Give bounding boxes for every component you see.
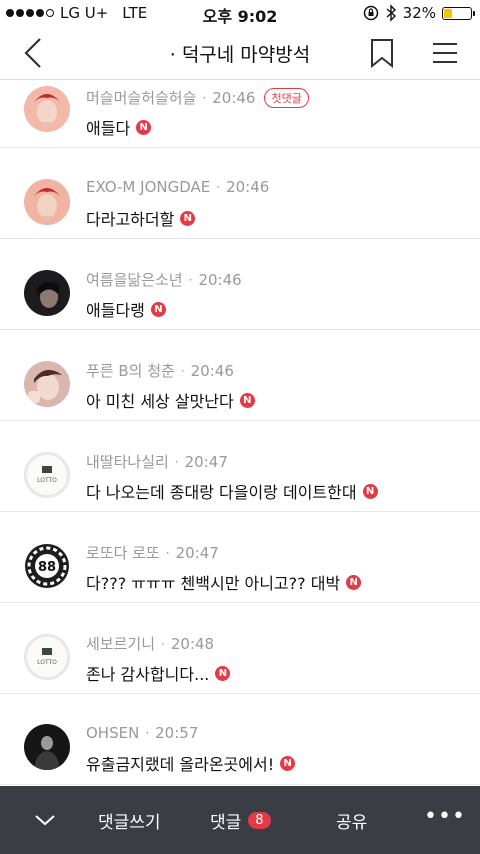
lotto-logo-text: LOTTO [37, 659, 57, 666]
comment-item[interactable]: EXO-M JONGDAE · 20:46 다라고하더할 N [0, 148, 480, 239]
battery-percent: 32% [402, 4, 436, 22]
avatar[interactable] [24, 86, 70, 132]
comment-text: 다??? ㅠㅠㅠ 첸백시만 아니고?? 대박 [86, 574, 341, 593]
comment-item[interactable]: LOTTO 내딸타나실리 · 20:47 다 나오는데 종대랑 다을이랑 데이트… [0, 421, 480, 512]
comment-meta: 로또다 로또 · 20:47 [86, 542, 219, 563]
comment-author[interactable]: 여름을닮은소년 [86, 269, 183, 290]
signal-strength-icon [6, 9, 54, 17]
comment-text-row: 다 나오는데 종대랑 다을이랑 데이트한대 N [86, 479, 378, 503]
comment-text-row: 아 미친 세상 살맛난다 N [86, 388, 255, 412]
comment-time: 20:46 [212, 88, 256, 107]
new-badge: N [362, 483, 378, 499]
avatar[interactable] [24, 361, 70, 407]
comment-meta: 여름을닮은소년 · 20:46 [86, 269, 242, 290]
lotto-logo-text: LOTTO [37, 477, 57, 484]
comment-text: 애들다 [86, 119, 131, 138]
comment-meta: 머슬머슬허슬허슬 · 20:46 첫댓글 [86, 87, 309, 108]
comment-meta: 세보르기니 · 20:48 [86, 633, 215, 654]
hamburger-menu-icon[interactable] [432, 42, 458, 64]
comment-item[interactable]: OHSEN · 20:57 유출금지랬데 올라온곳에서! N [0, 694, 480, 785]
page-title: · 덕구네 마약방석 [169, 44, 311, 66]
comment-text: 다라고하더할 [86, 210, 175, 229]
comment-text: 아 미친 세상 살맛난다 [86, 392, 234, 411]
new-badge: N [150, 301, 166, 317]
comment-text-row: 다??? ㅠㅠㅠ 첸백시만 아니고?? 대박 N [86, 570, 362, 594]
bottom-action-bar: 댓글쓰기 댓글 8 공유 ••• [0, 786, 480, 854]
comment-meta: 내딸타나실리 · 20:47 [86, 451, 228, 472]
new-badge: N [346, 574, 362, 590]
comment-text-row: 애들다랭 N [86, 297, 166, 321]
new-badge: N [136, 119, 152, 135]
comment-author[interactable]: OHSEN [86, 724, 139, 742]
bookmark-icon[interactable] [370, 38, 394, 68]
comment-time: 20:46 [226, 178, 270, 196]
collapse-chevron-icon[interactable] [34, 812, 56, 828]
comment-author[interactable]: 내딸타나실리 [86, 451, 169, 472]
share-button[interactable]: 공유 [336, 808, 367, 833]
new-badge: N [280, 755, 296, 771]
comment-time: 20:47 [184, 452, 228, 471]
comment-text-row: 유출금지랬데 올라온곳에서! N [86, 751, 296, 775]
comment-time: 20:57 [155, 724, 199, 742]
new-badge: N [180, 210, 196, 226]
comment-time: 20:46 [190, 361, 234, 380]
comment-author[interactable]: 로또다 로또 [86, 542, 160, 563]
comment-time: 20:48 [170, 634, 215, 653]
comment-time: 20:46 [198, 270, 242, 289]
comment-meta: OHSEN · 20:57 [86, 724, 199, 742]
status-right: 32% [363, 4, 475, 22]
comment-item[interactable]: 여름을닮은소년 · 20:46 애들다랭 N [0, 239, 480, 330]
comment-text-row: 존나 감사합니다... N [86, 661, 231, 685]
network-type: LTE [122, 4, 148, 22]
rotation-lock-icon [363, 5, 378, 21]
comment-author[interactable]: 푸른 B의 청춘 [86, 360, 175, 381]
bluetooth-icon [386, 4, 396, 22]
comment-text-row: 애들다 N [86, 115, 152, 139]
more-options-icon[interactable]: ••• [424, 804, 466, 829]
comment-meta: 푸른 B의 청춘 · 20:46 [86, 360, 234, 381]
chip-logo-text: 88 [38, 560, 56, 575]
comment-text: 존나 감사합니다... [86, 665, 210, 684]
avatar[interactable] [24, 270, 70, 316]
nav-bar: · 덕구네 마약방석 [0, 26, 480, 80]
avatar[interactable]: LOTTO [24, 634, 70, 680]
battery-icon [442, 6, 475, 20]
battery-fill [444, 8, 453, 18]
comment-time: 20:47 [175, 543, 219, 562]
comment-item[interactable]: 푸른 B의 청춘 · 20:46 아 미친 세상 살맛난다 N [0, 330, 480, 421]
comment-author[interactable]: EXO-M JONGDAE [86, 178, 210, 196]
comment-count-badge: 8 [248, 812, 271, 829]
new-badge: N [239, 392, 255, 408]
back-chevron-icon[interactable] [20, 36, 50, 70]
avatar[interactable] [24, 724, 70, 770]
comment-text: 애들다랭 [86, 301, 145, 320]
avatar[interactable]: LOTTO [24, 452, 70, 498]
comment-author[interactable]: 세보르기니 [86, 633, 155, 654]
comment-author[interactable]: 머슬머슬허슬허슬 [86, 87, 196, 108]
comment-list[interactable]: 머슬머슬허슬허슬 · 20:46 첫댓글 애들다 N EXO-M JONGDAE… [0, 81, 480, 786]
carrier-name: LG U+ [60, 4, 109, 22]
status-bar: LG U+ LTE 오후 9:02 32% [0, 0, 480, 26]
comments-button[interactable]: 댓글 8 [210, 808, 271, 833]
avatar[interactable]: 88 [24, 543, 70, 589]
write-comment-button[interactable]: 댓글쓰기 [98, 808, 161, 833]
first-comment-badge: 첫댓글 [264, 87, 309, 108]
comment-text-row: 다라고하더할 N [86, 206, 196, 230]
comment-item[interactable]: 88 로또다 로또 · 20:47 다??? ㅠㅠㅠ 첸백시만 아니고?? 대박… [0, 512, 480, 603]
new-badge: N [215, 665, 231, 681]
status-left: LG U+ LTE [6, 4, 147, 22]
comment-text: 유출금지랬데 올라온곳에서! [86, 755, 275, 774]
comment-meta: EXO-M JONGDAE · 20:46 [86, 178, 270, 196]
avatar[interactable] [24, 179, 70, 225]
comment-item[interactable]: LOTTO 세보르기니 · 20:48 존나 감사합니다... N [0, 603, 480, 694]
comments-label: 댓글 [210, 813, 242, 833]
comment-item[interactable]: 머슬머슬허슬허슬 · 20:46 첫댓글 애들다 N [0, 81, 480, 148]
comment-text: 다 나오는데 종대랑 다을이랑 데이트한대 [86, 483, 357, 502]
